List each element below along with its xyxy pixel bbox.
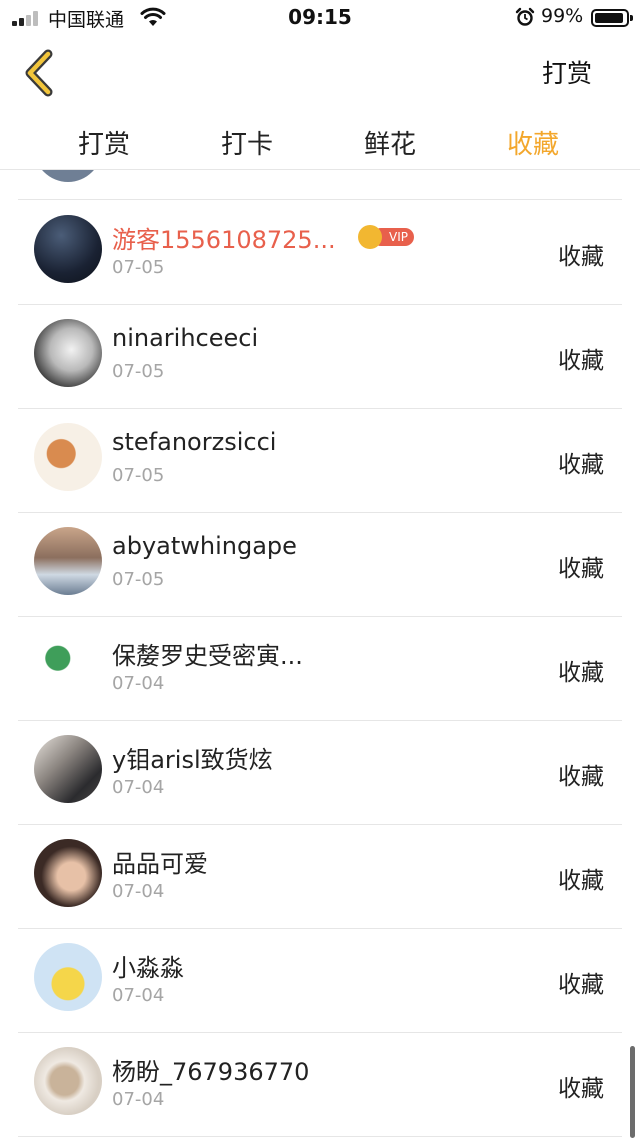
alarm-icon <box>515 7 535 26</box>
vip-badge: VIP <box>358 225 414 249</box>
avatar <box>34 423 102 491</box>
date-label: 07-04 <box>112 881 165 902</box>
back-arrow-icon[interactable] <box>20 48 60 98</box>
user-name: abyatwhingape <box>112 532 297 560</box>
action-label: 收藏 <box>558 1076 604 1102</box>
user-name: ninarihceeci <box>112 324 259 352</box>
tab-favorites[interactable]: 收藏 <box>483 124 583 161</box>
action-label: 收藏 <box>558 868 604 894</box>
battery-percent: 99% <box>541 5 584 27</box>
avatar <box>34 319 102 387</box>
reward-button[interactable]: 打赏 <box>542 54 592 90</box>
date-label: 07-04 <box>112 985 165 1006</box>
avatar <box>34 215 102 283</box>
avatar <box>34 631 102 699</box>
avatar <box>34 527 102 595</box>
action-label: 收藏 <box>558 660 604 686</box>
action-label: 收藏 <box>558 556 604 582</box>
action-label: 收藏 <box>558 452 604 478</box>
action-label: 收藏 <box>558 244 604 270</box>
nav-bar: 打赏 <box>0 36 640 108</box>
favorites-list: 游客1556108725... VIP 07-05 收藏 ninarihceec… <box>0 170 640 1139</box>
battery-icon <box>591 9 633 27</box>
list-item[interactable]: stefanorzsicci 07-05 收藏 <box>18 409 622 513</box>
user-name: y钼arisl致货炫 <box>112 746 273 774</box>
user-name: 游客1556108725... <box>112 226 336 254</box>
avatar <box>34 839 102 907</box>
list-item[interactable]: abyatwhingape 07-05 收藏 <box>18 513 622 617</box>
user-name: 杨盼_767936770 <box>112 1058 310 1086</box>
tab-flowers[interactable]: 鲜花 <box>340 124 440 161</box>
user-name: 小淼淼 <box>112 954 184 982</box>
status-bar: 中国联通 09:15 99% <box>0 0 640 36</box>
date-label: 07-04 <box>112 1089 165 1110</box>
action-label: 收藏 <box>558 348 604 374</box>
list-item[interactable]: y钼arisl致货炫 07-04 收藏 <box>18 721 622 825</box>
user-name: 品品可爱 <box>112 850 208 878</box>
scrollbar[interactable] <box>630 1046 635 1138</box>
tab-bar: 打赏 打卡 鲜花 收藏 <box>0 112 640 170</box>
avatar <box>34 1047 102 1115</box>
date-label: 07-05 <box>112 361 165 382</box>
list-item-partial <box>18 170 622 200</box>
action-label: 收藏 <box>558 972 604 998</box>
list-item[interactable]: 杨盼_767936770 07-04 收藏 <box>18 1033 622 1137</box>
avatar <box>34 943 102 1011</box>
list-item[interactable]: 保嫠罗史受密寅... 07-04 收藏 <box>18 617 622 721</box>
date-label: 07-05 <box>112 257 165 278</box>
date-label: 07-04 <box>112 777 165 798</box>
user-name: 保嫠罗史受密寅... <box>112 642 303 670</box>
avatar <box>34 735 102 803</box>
date-label: 07-05 <box>112 569 165 590</box>
list-item[interactable]: 游客1556108725... VIP 07-05 收藏 <box>18 201 622 305</box>
action-label: 收藏 <box>558 764 604 790</box>
tab-checkin[interactable]: 打卡 <box>197 124 297 161</box>
list-item[interactable]: 品品可爱 07-04 收藏 <box>18 825 622 929</box>
date-label: 07-04 <box>112 673 165 694</box>
user-name: stefanorzsicci <box>112 428 277 456</box>
crown-icon <box>358 225 382 249</box>
tab-reward[interactable]: 打赏 <box>54 124 154 161</box>
avatar <box>34 170 102 182</box>
list-item[interactable]: ninarihceeci 07-05 收藏 <box>18 305 622 409</box>
date-label: 07-05 <box>112 465 165 486</box>
list-item[interactable]: 小淼淼 07-04 收藏 <box>18 929 622 1033</box>
